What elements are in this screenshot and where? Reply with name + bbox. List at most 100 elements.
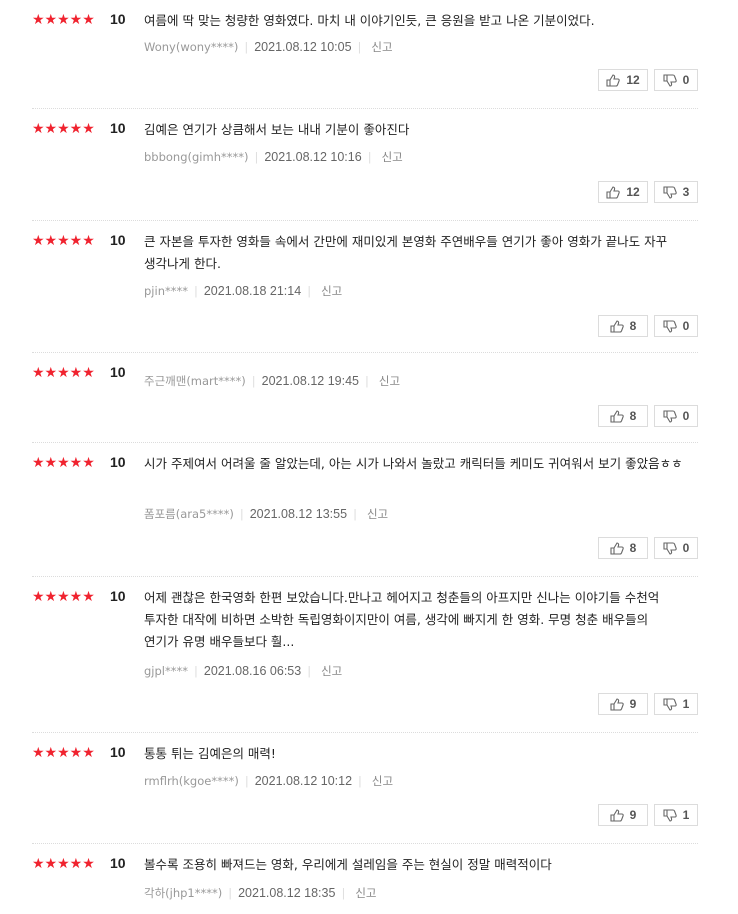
like-button[interactable]: 8 xyxy=(598,537,648,559)
dislike-count: 1 xyxy=(682,808,690,822)
like-count: 9 xyxy=(629,697,637,711)
report-link[interactable]: 신고 xyxy=(355,885,376,901)
star-rating: ★★★★★ xyxy=(32,121,96,137)
like-button[interactable]: 9 xyxy=(598,693,648,715)
review-item: ★★★★★ 10 통통 튀는 김예은의 매력! rmflrh(kgoe****)… xyxy=(32,733,698,844)
author: 각하(jhp1****) xyxy=(144,886,223,900)
score: 10 xyxy=(110,120,126,136)
author: 폼포름(ara5****) xyxy=(144,507,234,521)
dislike-button[interactable]: 1 xyxy=(654,693,698,715)
like-count: 9 xyxy=(629,808,637,822)
vote-buttons: 12 3 xyxy=(592,181,698,203)
thumbs-up-icon xyxy=(610,409,624,423)
date: 2021.08.18 21:14 xyxy=(203,284,302,298)
dislike-button[interactable]: 0 xyxy=(654,69,698,91)
thumbs-down-icon xyxy=(663,541,677,555)
divider: | xyxy=(341,886,346,900)
review-item: ★★★★★ 10 여름에 딱 맞는 청량한 영화였다. 마치 내 이야기인듯, … xyxy=(32,0,698,109)
like-button[interactable]: 9 xyxy=(598,804,648,826)
score: 10 xyxy=(110,11,126,27)
report-link[interactable]: 신고 xyxy=(321,283,342,299)
review-meta: 주근깨맨(mart****) | 2021.08.12 19:45 | 신고 xyxy=(144,373,400,389)
date: 2021.08.12 10:05 xyxy=(254,40,352,54)
score: 10 xyxy=(110,588,126,604)
dislike-count: 0 xyxy=(682,319,690,333)
dislike-button[interactable]: 1 xyxy=(654,804,698,826)
like-button[interactable]: 12 xyxy=(598,181,648,203)
review-meta: pjin**** | 2021.08.18 21:14 | 신고 xyxy=(144,283,342,299)
review-text: 어제 괜찮은 한국영화 한편 보았습니다.만나고 헤어지고 청춘들의 아프지만 … xyxy=(144,590,660,649)
vote-buttons: 12 0 xyxy=(592,69,698,91)
date: 2021.08.12 13:55 xyxy=(249,507,348,521)
report-link[interactable]: 신고 xyxy=(379,373,400,389)
dislike-button[interactable]: 0 xyxy=(654,537,698,559)
vote-buttons: 8 0 xyxy=(592,405,698,427)
divider: | xyxy=(194,664,198,678)
review-meta: 폼포름(ara5****) | 2021.08.12 13:55 | 신고 xyxy=(144,506,388,522)
thumbs-down-icon xyxy=(663,319,677,333)
divider: | xyxy=(364,374,369,388)
like-button[interactable]: 8 xyxy=(598,405,648,427)
thumbs-down-icon xyxy=(663,697,677,711)
thumbs-down-icon xyxy=(663,185,677,199)
divider: | xyxy=(244,774,249,788)
review-text: 시가 주제여서 어려울 줄 알았는데, 아는 시가 나와서 놀랐고 캐릭터들 케… xyxy=(144,456,683,471)
review-item: ★★★★★ 10 볼수록 조용히 빠져드는 영화, 우리에게 설레임을 주는 현… xyxy=(32,844,698,914)
dislike-button[interactable]: 3 xyxy=(654,181,698,203)
dislike-count: 0 xyxy=(682,73,690,87)
star-icon: ★★★★★ xyxy=(32,365,95,381)
dislike-button[interactable]: 0 xyxy=(654,315,698,337)
star-icon: ★★★★★ xyxy=(32,233,95,249)
star-rating: ★★★★★ xyxy=(32,455,96,471)
star-rating: ★★★★★ xyxy=(32,365,96,381)
score: 10 xyxy=(110,744,126,760)
date: 2021.08.16 06:53 xyxy=(203,664,302,678)
review-meta: bbbong(gimh****) | 2021.08.12 10:16 | 신고 xyxy=(144,149,403,165)
review-text: 통통 튀는 김예은의 매력! xyxy=(144,746,276,761)
report-link[interactable]: 신고 xyxy=(372,773,393,789)
score: 10 xyxy=(110,232,126,248)
star-icon: ★★★★★ xyxy=(32,856,95,872)
review-meta: gjpl**** | 2021.08.16 06:53 | 신고 xyxy=(144,663,342,679)
vote-buttons: 9 1 xyxy=(592,693,698,715)
report-link[interactable]: 신고 xyxy=(382,149,403,165)
like-count: 12 xyxy=(626,185,640,199)
divider: | xyxy=(239,507,244,521)
thumbs-up-icon xyxy=(610,319,624,333)
like-button[interactable]: 12 xyxy=(598,69,648,91)
date: 2021.08.12 10:16 xyxy=(264,150,362,164)
dislike-count: 3 xyxy=(682,185,690,199)
star-icon: ★★★★★ xyxy=(32,121,95,137)
author: Wony(wony****) xyxy=(144,40,239,54)
like-button[interactable]: 8 xyxy=(598,315,648,337)
review-meta: rmflrh(kgoe****) | 2021.08.12 10:12 | 신고 xyxy=(144,773,393,789)
author: rmflrh(kgoe****) xyxy=(144,774,239,788)
report-link[interactable]: 신고 xyxy=(367,506,388,522)
star-icon: ★★★★★ xyxy=(32,745,95,761)
star-icon: ★★★★★ xyxy=(32,455,95,471)
report-link[interactable]: 신고 xyxy=(371,39,392,55)
thumbs-up-icon xyxy=(606,73,621,87)
thumbs-up-icon xyxy=(610,808,624,822)
report-link[interactable]: 신고 xyxy=(321,663,342,679)
star-rating: ★★★★★ xyxy=(32,745,96,761)
divider: | xyxy=(353,507,357,521)
thumbs-up-icon xyxy=(610,541,624,555)
like-count: 12 xyxy=(626,73,640,87)
review-text: 큰 자본을 투자한 영화들 속에서 간만에 재미있게 본영화 주연배우들 연기가… xyxy=(144,234,668,271)
divider: | xyxy=(307,664,312,678)
date: 2021.08.12 19:45 xyxy=(261,374,359,388)
author: 주근깨맨(mart****) xyxy=(144,374,246,388)
author: pjin**** xyxy=(144,284,188,298)
dislike-count: 0 xyxy=(682,541,690,555)
vote-buttons: 9 1 xyxy=(592,804,698,826)
review-item: ★★★★★ 10 시가 주제여서 어려울 줄 알았는데, 아는 시가 나와서 놀… xyxy=(32,443,698,577)
review-list: ★★★★★ 10 여름에 딱 맞는 청량한 영화였다. 마치 내 이야기인듯, … xyxy=(32,0,698,914)
review-text: 여름에 딱 맞는 청량한 영화였다. 마치 내 이야기인듯, 큰 응원을 받고 … xyxy=(144,13,595,28)
review-meta: Wony(wony****) | 2021.08.12 10:05 | 신고 xyxy=(144,39,393,55)
score: 10 xyxy=(110,454,126,470)
divider: | xyxy=(357,40,362,54)
dislike-button[interactable]: 0 xyxy=(654,405,698,427)
review-item: ★★★★★ 10 주근깨맨(mart****) | 2021.08.12 19:… xyxy=(32,353,698,443)
date: 2021.08.12 10:12 xyxy=(254,774,353,788)
